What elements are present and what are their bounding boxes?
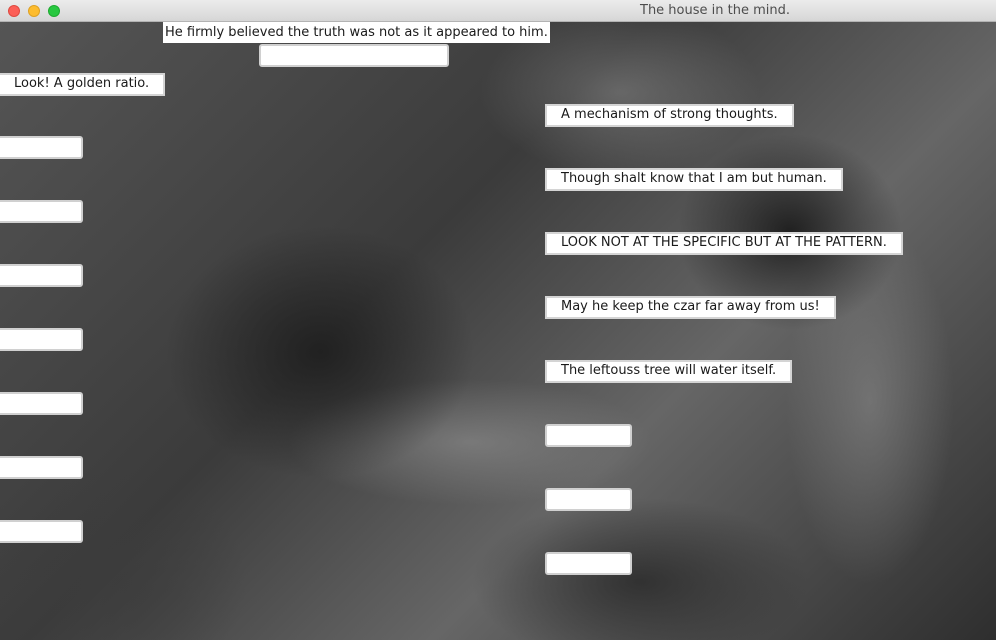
mechanism-label: A mechanism of strong thoughts. xyxy=(545,104,794,127)
left-text-input[interactable] xyxy=(0,332,81,351)
left-text-input[interactable] xyxy=(0,140,81,159)
left-text-field-7[interactable] xyxy=(0,520,83,543)
right-text-input[interactable] xyxy=(547,428,630,447)
left-text-field-5[interactable] xyxy=(0,392,83,415)
tree-label: The leftouss tree will water itself. xyxy=(545,360,793,383)
top-text-field[interactable] xyxy=(259,44,449,67)
czar-label: May he keep the czar far away from us! xyxy=(545,296,836,319)
left-text-input[interactable] xyxy=(0,204,81,223)
right-text-input[interactable] xyxy=(547,492,630,511)
left-text-field-1[interactable] xyxy=(0,136,83,159)
left-text-input[interactable] xyxy=(0,396,81,415)
header-quote-label: He firmly believed the truth was not as … xyxy=(163,22,550,43)
right-text-field-3[interactable] xyxy=(545,552,632,575)
top-text-input[interactable] xyxy=(261,48,447,67)
human-label: Though shalt know that I am but human. xyxy=(545,168,843,191)
left-text-field-4[interactable] xyxy=(0,328,83,351)
right-text-input[interactable] xyxy=(547,556,630,575)
left-text-field-2[interactable] xyxy=(0,200,83,223)
left-text-input[interactable] xyxy=(0,460,81,479)
left-text-input[interactable] xyxy=(0,268,81,287)
left-text-field-3[interactable] xyxy=(0,264,83,287)
title-bar: The house in the mind. xyxy=(0,0,996,22)
right-text-field-1[interactable] xyxy=(545,424,632,447)
pattern-label: LOOK NOT AT THE SPECIFIC BUT AT THE PATT… xyxy=(545,232,903,255)
canvas-area: He firmly believed the truth was not as … xyxy=(0,22,996,640)
window-title: The house in the mind. xyxy=(640,3,790,18)
right-text-field-2[interactable] xyxy=(545,488,632,511)
app-window: The house in the mind. He firmly believe… xyxy=(0,0,996,640)
golden-ratio-label: Look! A golden ratio. xyxy=(0,73,166,96)
left-text-field-6[interactable] xyxy=(0,456,83,479)
left-text-input[interactable] xyxy=(0,524,81,543)
